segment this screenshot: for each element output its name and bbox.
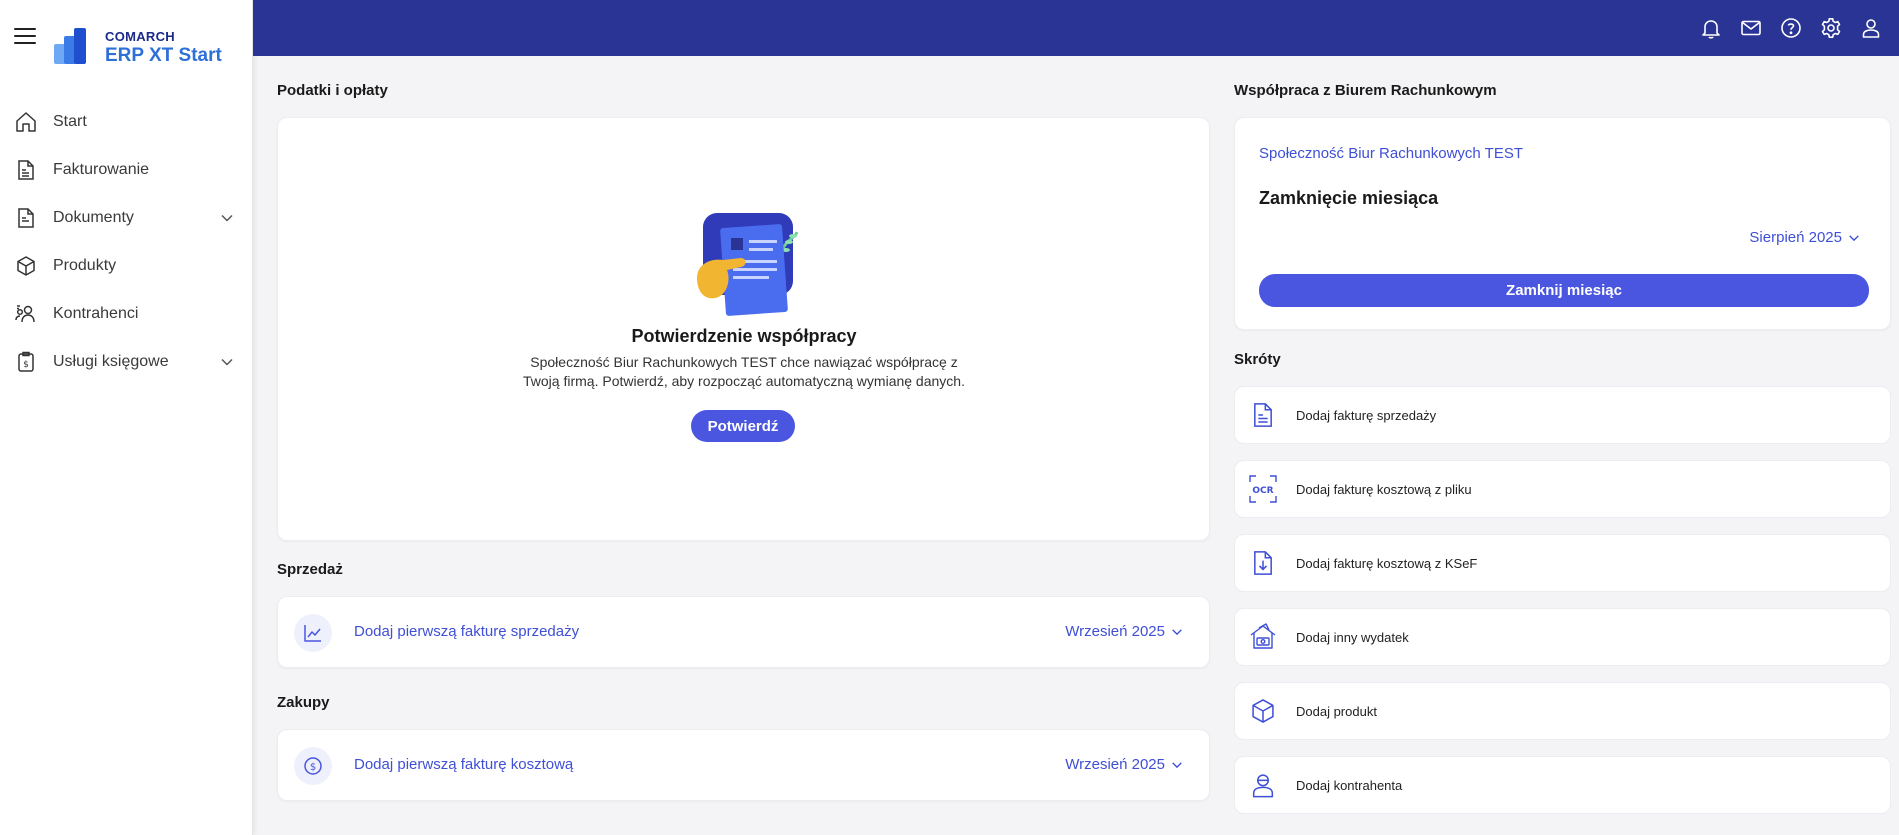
purchases-month-select[interactable]: Wrzesień 2025 <box>1065 756 1183 773</box>
sidebar-item-produkty[interactable]: Produkty <box>0 242 252 290</box>
box-icon <box>14 254 38 278</box>
bell-icon[interactable] <box>1699 16 1723 40</box>
add-first-cost-invoice-link[interactable]: Dodaj pierwszą fakturę kosztową <box>354 756 573 773</box>
chevron-down-icon <box>1849 234 1859 241</box>
confirm-button[interactable]: Potwierdź <box>691 410 795 442</box>
shortcut-add-cost-invoice-file[interactable]: OCR Dodaj fakturę kosztową z pliku <box>1234 460 1891 518</box>
sales-section-title: Sprzedaż <box>277 561 343 578</box>
help-icon[interactable] <box>1779 16 1803 40</box>
dollar-coin-icon: $ <box>294 747 332 785</box>
gear-icon[interactable] <box>1819 16 1843 40</box>
home-icon <box>14 110 38 134</box>
sidebar-nav: Start Fakturowanie Dokumenty Produkty Ko… <box>0 98 252 386</box>
logo: COMARCH ERP XT Start <box>105 29 222 67</box>
sidebar-header: COMARCH ERP XT Start <box>0 0 252 92</box>
add-first-sales-invoice-link[interactable]: Dodaj pierwszą fakturę sprzedaży <box>354 623 579 640</box>
sidebar-item-label: Dokumenty <box>53 209 134 226</box>
sidebar-item-label: Usługi księgowe <box>53 353 169 370</box>
shortcut-add-cost-invoice-ksef[interactable]: Dodaj fakturę kosztową z KSeF <box>1234 534 1891 592</box>
sidebar-item-kontrahenci[interactable]: Kontrahenci <box>0 290 252 338</box>
taxes-section-title: Podatki i opłaty <box>277 82 388 99</box>
sidebar-item-start[interactable]: Start <box>0 98 252 146</box>
month-closing-title: Zamknięcie miesiąca <box>1259 188 1439 208</box>
menu-icon[interactable] <box>14 28 36 46</box>
office-section-title: Współpraca z Biurem Rachunkowym <box>1234 82 1497 99</box>
accounting-services-icon: $ <box>14 350 38 374</box>
top-bar-actions <box>1699 16 1883 40</box>
shortcut-add-other-expense[interactable]: Dodaj inny wydatek <box>1234 608 1891 666</box>
chart-line-icon <box>294 614 332 652</box>
shortcut-label: Dodaj inny wydatek <box>1296 629 1409 645</box>
shortcut-label: Dodaj produkt <box>1296 703 1377 719</box>
purchases-card: $ Dodaj pierwszą fakturę kosztową Wrzesi… <box>277 729 1210 801</box>
closing-month-value: Sierpień 2025 <box>1749 229 1842 246</box>
shortcuts-section-title: Skróty <box>1234 351 1281 368</box>
ksef-download-icon <box>1248 548 1278 578</box>
person-icon <box>1248 770 1278 800</box>
sidebar-item-uslugi-ksiegowe[interactable]: $ Usługi księgowe <box>0 338 252 386</box>
chevron-down-icon <box>1172 761 1182 768</box>
shortcut-label: Dodaj fakturę kosztową z pliku <box>1296 481 1472 497</box>
shortcut-add-sales-invoice[interactable]: Dodaj fakturę sprzedaży <box>1234 386 1891 444</box>
sales-card: Dodaj pierwszą fakturę sprzedaży Wrzesie… <box>277 596 1210 668</box>
chevron-down-icon[interactable] <box>220 211 234 225</box>
sales-month-select[interactable]: Wrzesień 2025 <box>1065 623 1183 640</box>
comarch-logo-icon <box>54 28 86 64</box>
cooperation-heading: Potwierdzenie współpracy <box>631 326 857 346</box>
shortcut-add-product[interactable]: Dodaj produkt <box>1234 682 1891 740</box>
month-closing-card: Społeczność Biur Rachunkowych TEST Zamkn… <box>1234 117 1891 330</box>
mail-icon[interactable] <box>1739 16 1763 40</box>
closing-month-select[interactable]: Sierpień 2025 <box>1749 229 1860 246</box>
accounting-office-link[interactable]: Społeczność Biur Rachunkowych TEST <box>1259 145 1523 162</box>
contacts-icon <box>14 302 38 326</box>
sidebar-item-label: Start <box>53 113 87 130</box>
cooperation-illustration-icon <box>697 213 799 316</box>
sidebar-item-label: Produkty <box>53 257 117 274</box>
sidebar-item-fakturowanie[interactable]: Fakturowanie <box>0 146 252 194</box>
expense-icon <box>1248 622 1278 652</box>
purchases-month-value: Wrzesień 2025 <box>1065 756 1165 773</box>
invoice-icon <box>1248 400 1278 430</box>
invoice-icon <box>14 158 38 182</box>
box-icon <box>1248 696 1278 726</box>
purchases-section-title: Zakupy <box>277 694 330 711</box>
svg-text:$: $ <box>310 762 316 773</box>
svg-text:$: $ <box>23 360 29 370</box>
logo-brand: COMARCH <box>105 29 175 44</box>
shortcut-add-contractor[interactable]: Dodaj kontrahenta <box>1234 756 1891 814</box>
logo-product: ERP XT Start <box>105 45 222 66</box>
shortcut-label: Dodaj fakturę sprzedaży <box>1296 407 1437 423</box>
chevron-down-icon <box>1172 628 1182 635</box>
sales-month-value: Wrzesień 2025 <box>1065 623 1165 640</box>
ocr-icon: OCR <box>1248 474 1278 504</box>
shortcut-label: Dodaj kontrahenta <box>1296 777 1403 793</box>
svg-text:OCR: OCR <box>1252 486 1273 496</box>
close-month-button[interactable]: Zamknij miesiąc <box>1259 274 1869 307</box>
top-bar <box>253 0 1899 56</box>
sidebar-item-dokumenty[interactable]: Dokumenty <box>0 194 252 242</box>
shortcut-label: Dodaj fakturę kosztową z KSeF <box>1296 555 1478 571</box>
cooperation-card: Potwierdzenie współpracy Społeczność Biu… <box>277 117 1210 541</box>
sidebar-item-label: Kontrahenci <box>53 305 139 322</box>
cooperation-message: Społeczność Biur Rachunkowych TEST chce … <box>523 354 965 389</box>
chevron-down-icon[interactable] <box>220 355 234 369</box>
document-icon <box>14 206 38 230</box>
user-icon[interactable] <box>1859 16 1883 40</box>
sidebar: COMARCH ERP XT Start Start Fakturowanie … <box>0 0 253 835</box>
sidebar-item-label: Fakturowanie <box>53 161 150 178</box>
